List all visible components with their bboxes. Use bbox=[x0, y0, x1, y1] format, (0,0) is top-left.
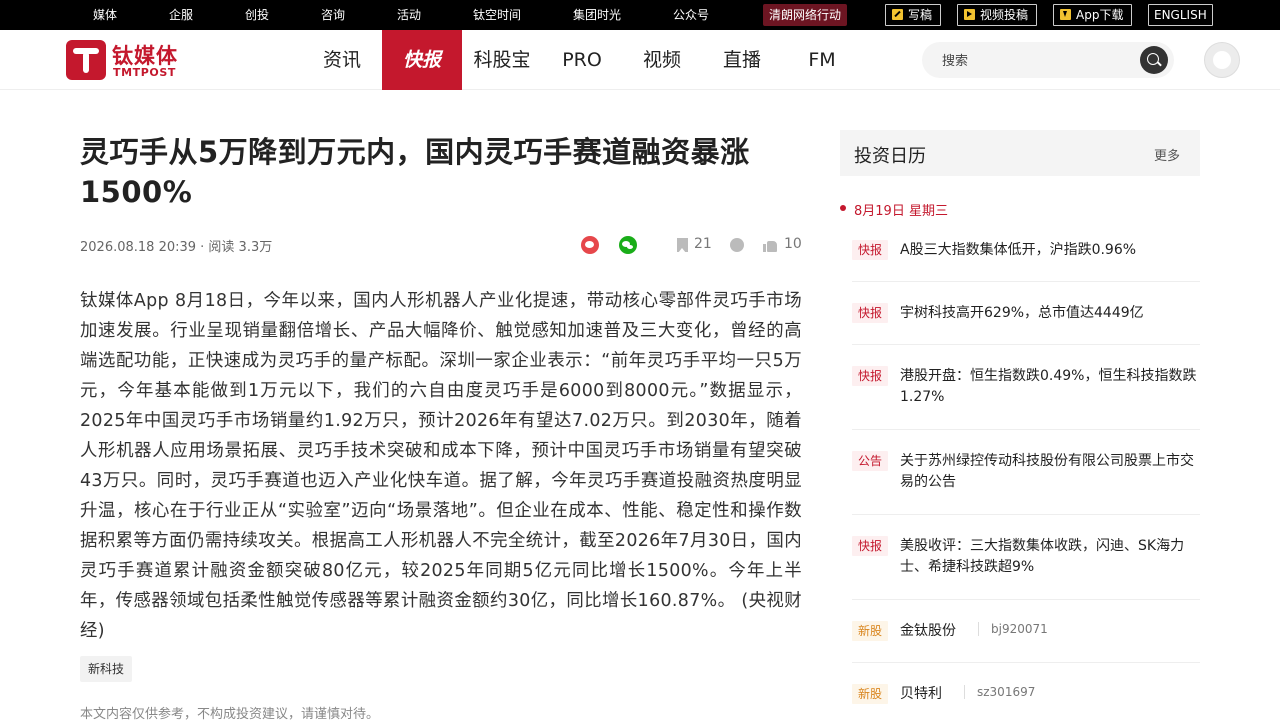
feed-text: A股三大指数集体低开，沪指跌0.96% bbox=[900, 242, 1137, 258]
feed-text: 金钛股份 bbox=[900, 623, 956, 639]
feed-text: 港股开盘：恒生指数跌0.49%，恒生科技指数跌1.27% bbox=[900, 368, 1197, 405]
nav-kegubao[interactable]: 科股宝 bbox=[462, 30, 542, 90]
nav-live[interactable]: 直播 bbox=[702, 30, 782, 90]
nav-video[interactable]: 视频 bbox=[622, 30, 702, 90]
english-button[interactable]: ENGLISH bbox=[1148, 4, 1213, 26]
feed-item[interactable]: 快报 宇树科技高开629%，总市值达4449亿 bbox=[852, 303, 1200, 345]
feed-badge: 快报 bbox=[852, 366, 889, 386]
logo-text-en: TMTPOST bbox=[113, 66, 176, 79]
write-article-button[interactable]: 写稿 bbox=[885, 4, 942, 26]
calendar-title: 投资日历 bbox=[854, 146, 926, 167]
feed-text: 美股收评：三大指数集体收跌，闪迪、SK海力士、希捷科技跌超9% bbox=[900, 538, 1185, 575]
write-article-label: 写稿 bbox=[908, 8, 933, 22]
search-box bbox=[922, 42, 1174, 78]
article-meta: 2026.08.18 20:39 · 阅读 3.3万 bbox=[80, 240, 273, 255]
user-avatar[interactable] bbox=[1204, 42, 1240, 78]
video-icon bbox=[964, 9, 975, 20]
video-submit-button[interactable]: 视频投稿 bbox=[957, 4, 1038, 26]
feed-badge: 快报 bbox=[852, 536, 889, 556]
nav-news[interactable]: 资讯 bbox=[302, 30, 382, 90]
nav-fm[interactable]: FM bbox=[782, 30, 862, 90]
feed-badge: 新股 bbox=[852, 684, 889, 704]
feed-item[interactable]: 快报 美股收评：三大指数集体收跌，闪迪、SK海力士、希捷科技跌超9% bbox=[852, 536, 1200, 600]
app-download-button[interactable]: App下载 bbox=[1053, 4, 1133, 26]
article-body: 钛媒体App 8月18日，今年以来，国内人形机器人产业化提速，带动核心零部件灵巧… bbox=[80, 291, 802, 641]
feed-item[interactable]: 公告 关于苏州绿控传动科技股份有限公司股票上市交易的公告 bbox=[852, 451, 1200, 515]
feed-badge: 快报 bbox=[852, 303, 889, 323]
topbar-link-venture[interactable]: 创投 bbox=[245, 0, 269, 30]
topbar-link-space-time[interactable]: 钛空时间 bbox=[473, 0, 521, 30]
feed-item[interactable]: 新股 金钛股份 bj920071 bbox=[852, 621, 1200, 663]
download-icon bbox=[1060, 9, 1071, 20]
app-download-label: App下载 bbox=[1076, 8, 1124, 22]
nav-pro[interactable]: PRO bbox=[542, 30, 622, 90]
feed-item[interactable]: 快报 港股开盘：恒生指数跌0.49%，恒生科技指数跌1.27% bbox=[852, 366, 1200, 430]
feed-badge: 快报 bbox=[852, 240, 889, 260]
disclaimer: 本文内容仅供参考，不构成投资建议，请谨慎对待。 bbox=[80, 707, 380, 722]
top-utility-bar: 媒体 企服 创投 咨询 活动 钛空时间 集团时光 公众号 清朗网络行动 写稿 视… bbox=[0, 0, 1280, 30]
wechat-share-icon[interactable] bbox=[619, 236, 637, 254]
comment-icon[interactable] bbox=[730, 233, 744, 252]
feed-badge: 新股 bbox=[852, 621, 889, 641]
weibo-share-icon[interactable] bbox=[581, 236, 599, 254]
calendar-date: 8月19日 星期三 bbox=[854, 204, 948, 219]
date-dot-icon bbox=[840, 205, 846, 211]
feed-item[interactable]: 快报 A股三大指数集体低开，沪指跌0.96% bbox=[852, 240, 1200, 282]
search-input[interactable] bbox=[942, 50, 1132, 70]
search-icon[interactable] bbox=[1140, 46, 1168, 74]
like-count: 10 bbox=[784, 236, 802, 252]
stock-code: sz301697 bbox=[964, 685, 1035, 699]
stock-code: bj920071 bbox=[978, 622, 1048, 636]
video-submit-label: 视频投稿 bbox=[980, 8, 1029, 22]
topbar-link-events[interactable]: 活动 bbox=[397, 0, 421, 30]
topbar-highlight-campaign[interactable]: 清朗网络行动 bbox=[763, 4, 848, 26]
topbar-link-official-account[interactable]: 公众号 bbox=[673, 0, 709, 30]
logo-icon bbox=[66, 40, 106, 80]
topbar-link-consulting[interactable]: 咨询 bbox=[321, 0, 345, 30]
feed-text: 宇树科技高开629%，总市值达4449亿 bbox=[900, 305, 1144, 321]
topbar-link-enterprise[interactable]: 企服 bbox=[169, 0, 193, 30]
bookmark-icon[interactable] bbox=[677, 238, 688, 253]
article-tag[interactable]: 新科技 bbox=[80, 656, 133, 682]
calendar-more-link[interactable]: 更多 bbox=[1154, 145, 1180, 164]
like-icon[interactable] bbox=[763, 238, 777, 252]
feed-badge: 公告 bbox=[852, 451, 889, 471]
feed-text: 贝特利 bbox=[900, 686, 942, 702]
investment-calendar-header: 投资日历 更多 bbox=[840, 130, 1200, 176]
main-header: 钛媒体 TMTPOST 资讯 快报 科股宝 PRO 视频 直播 FM bbox=[0, 30, 1280, 90]
topbar-link-media[interactable]: 媒体 bbox=[93, 0, 117, 30]
pen-icon bbox=[892, 9, 903, 20]
nav-flash[interactable]: 快报 bbox=[382, 30, 462, 90]
feed-text: 关于苏州绿控传动科技股份有限公司股票上市交易的公告 bbox=[900, 453, 1194, 490]
article-title: 灵巧手从5万降到万元内，国内灵巧手赛道融资暴涨1500% bbox=[80, 135, 750, 209]
feed-item[interactable]: 新股 贝特利 sz301697 bbox=[852, 684, 1200, 720]
topbar-link-group-time[interactable]: 集团时光 bbox=[573, 0, 621, 30]
bookmark-count: 21 bbox=[694, 236, 712, 252]
